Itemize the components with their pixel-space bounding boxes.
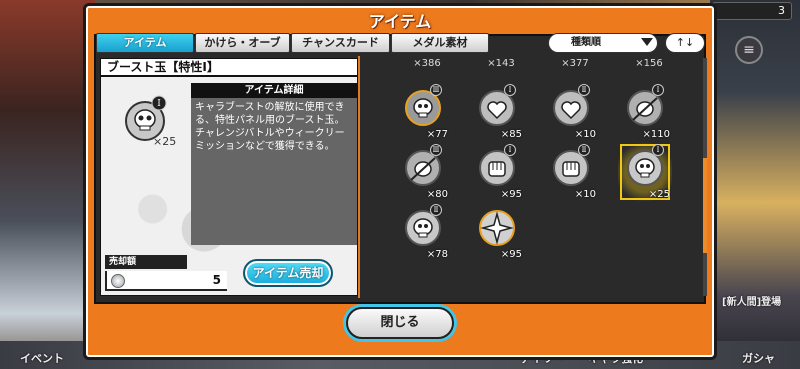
- item-slot[interactable]: Ⅱ ×78: [396, 202, 450, 262]
- tab-fragments-orbs[interactable]: かけら・オーブ: [195, 33, 290, 53]
- background-scene-left: [0, 0, 95, 369]
- item-count: ×78: [426, 249, 448, 260]
- rank-badge: Ⅲ: [430, 144, 442, 156]
- info-header: アイテム詳細: [191, 83, 357, 98]
- rank-badge: Ⅰ: [652, 84, 664, 96]
- chevron-down-icon: [641, 38, 653, 46]
- sell-price-label: 売却額: [105, 255, 187, 269]
- item-slot[interactable]: Ⅰ ×110: [618, 82, 672, 142]
- item-slot[interactable]: ×95: [470, 202, 524, 262]
- rank-badge: Ⅱ: [430, 204, 442, 216]
- sell-price-value: 5: [212, 273, 221, 287]
- item-slot[interactable]: Ⅰ ×25: [618, 142, 672, 202]
- item-slot[interactable]: Ⅲ ×77: [396, 82, 450, 142]
- top-counter: 3: [712, 2, 792, 20]
- event-nav-label[interactable]: イベント: [20, 350, 64, 366]
- item-slot[interactable]: Ⅲ ×80: [396, 142, 450, 202]
- rank-badge: Ⅱ: [578, 144, 590, 156]
- sort-label: 種類順: [571, 37, 601, 48]
- item-name: ブースト玉【特性Ⅰ】: [101, 59, 357, 77]
- item-slot[interactable]: Ⅰ ×95: [470, 142, 524, 202]
- item-count: ×85: [500, 129, 522, 140]
- svg-text:Ⅰ: Ⅰ: [157, 99, 161, 109]
- close-button[interactable]: 閉じる: [346, 307, 454, 339]
- sort-dropdown[interactable]: 種類順: [548, 33, 658, 53]
- top-quantity: ×377: [561, 58, 589, 69]
- sell-price-field: 5: [105, 271, 227, 291]
- rank-badge: Ⅰ: [504, 84, 516, 96]
- item-slot[interactable]: Ⅱ ×10: [544, 142, 598, 202]
- side-menu-icon[interactable]: ≡: [735, 36, 763, 64]
- item-detail-panel: ブースト玉【特性Ⅰ】 Ⅰ ×25 アイテム詳細 キャラブーストの解放に使用できる…: [100, 58, 358, 296]
- item-slot[interactable]: Ⅰ ×85: [470, 82, 524, 142]
- rank-badge: Ⅱ: [578, 84, 590, 96]
- item-count: ×95: [500, 189, 522, 200]
- top-quantity: ×386: [413, 58, 441, 69]
- rank-badge: Ⅲ: [430, 84, 442, 96]
- item-count: ×77: [426, 129, 448, 140]
- rank-badge: Ⅰ: [504, 144, 516, 156]
- rank-badge: Ⅰ: [652, 144, 664, 156]
- panel-divider: [358, 56, 360, 298]
- gacha-nav-label[interactable]: ガシャ: [742, 350, 775, 366]
- item-quantity: ×25: [153, 135, 177, 148]
- item-count: ×95: [500, 249, 522, 260]
- top-quantity: ×156: [635, 58, 663, 69]
- item-info-box: アイテム詳細 キャラブーストの解放に使用できる、特性パネル用のブースト玉。チャレ…: [191, 83, 357, 245]
- item-description: キャラブーストの解放に使用できる、特性パネル用のブースト玉。チャレンジバトルやウ…: [195, 102, 345, 152]
- top-quantity: ×143: [487, 58, 515, 69]
- item-count: ×10: [574, 129, 596, 140]
- tab-medal-materials[interactable]: メダル素材: [391, 33, 489, 53]
- item-count: ×10: [574, 189, 596, 200]
- dialog-title: アイテム: [368, 12, 432, 31]
- starburst-orb-icon: [479, 210, 515, 246]
- category-tabs: アイテム かけら・オーブ チャンスカード メダル素材: [96, 33, 490, 53]
- sort-order-button[interactable]: ↑↓: [665, 33, 705, 53]
- scrollbar-thumb[interactable]: [703, 158, 707, 253]
- item-count: ×110: [642, 129, 670, 140]
- item-count: ×25: [648, 189, 670, 200]
- tab-chance-cards[interactable]: チャンスカード: [291, 33, 390, 53]
- coin-icon: [111, 274, 125, 288]
- item-slot[interactable]: Ⅱ ×10: [544, 82, 598, 142]
- right-banner-label: [新人間]登場: [722, 297, 782, 308]
- sell-item-button[interactable]: アイテム売却: [243, 259, 333, 287]
- tab-items[interactable]: アイテム: [96, 33, 194, 53]
- item-count: ×80: [426, 189, 448, 200]
